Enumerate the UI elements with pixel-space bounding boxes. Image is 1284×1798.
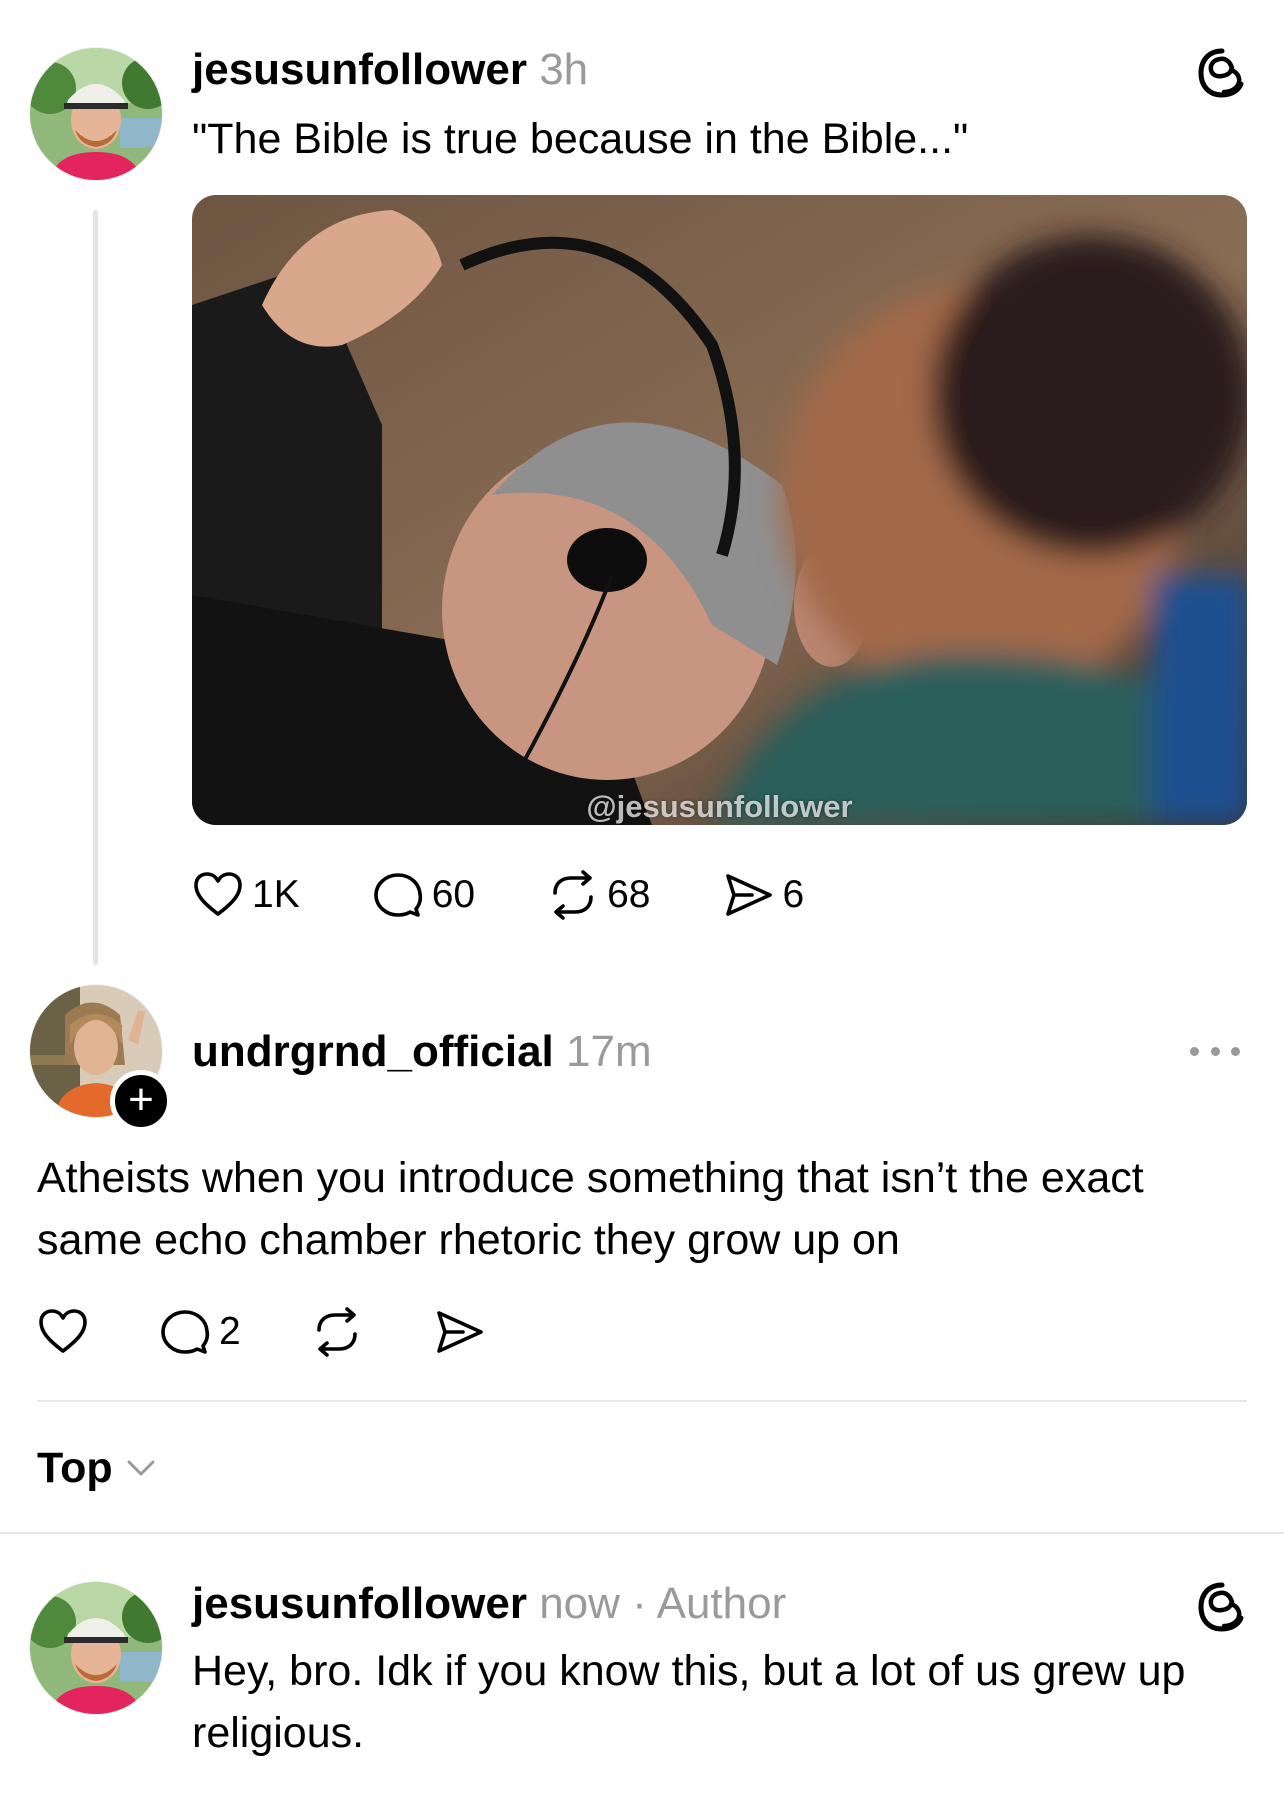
sort-label: Top (37, 1444, 113, 1492)
post-caption: "The Bible is true because in the Bible.… (192, 115, 969, 163)
quote-comment-count: 2 (219, 1310, 241, 1353)
quote-header: undrgrnd_official 17m (192, 1026, 652, 1078)
threads-logo-icon (1197, 1582, 1247, 1632)
follow-plus-button[interactable]: + (110, 1070, 172, 1132)
post-timestamp: 3h (539, 45, 589, 94)
post-action-bar: 1K 60 68 6 (192, 865, 876, 925)
repost-button[interactable]: 68 (547, 869, 650, 921)
threads-logo-icon (1197, 48, 1247, 98)
reply-username[interactable]: jesusunfollower (192, 1579, 527, 1628)
comment-button[interactable]: 60 (372, 869, 475, 921)
repost-count: 68 (607, 873, 651, 916)
heart-icon (39, 1309, 87, 1353)
repost-icon (316, 1307, 357, 1357)
like-count: 1K (252, 873, 300, 916)
reply-timestamp: now (539, 1579, 620, 1628)
comment-icon (373, 873, 422, 917)
thread-connector-line (93, 210, 98, 965)
image-watermark: @jesusunfollower (586, 789, 853, 824)
like-button[interactable]: 1K (192, 869, 300, 921)
quote-like-button[interactable] (37, 1306, 89, 1358)
chevron-down-icon (127, 1460, 155, 1476)
reply-header: jesusunfollower now · Author (192, 1578, 786, 1630)
avatar-jesusunfollower[interactable] (30, 48, 162, 180)
quote-timestamp: 17m (566, 1027, 652, 1076)
author-badge: Author (656, 1579, 787, 1628)
send-icon (436, 1311, 483, 1353)
share-count: 6 (782, 873, 805, 916)
send-icon (726, 874, 773, 916)
post-header: jesusunfollower 3h (192, 44, 588, 96)
section-divider (0, 1532, 1284, 1534)
more-icon[interactable] (1190, 1036, 1240, 1066)
post-image[interactable]: @jesusunfollower (192, 195, 1247, 825)
avatar-jesusunfollower-reply[interactable] (30, 1582, 162, 1714)
quote-comment-button[interactable]: 2 (159, 1306, 241, 1358)
share-button[interactable]: 6 (722, 869, 804, 921)
comment-count: 60 (431, 873, 476, 916)
quote-repost-button[interactable] (311, 1306, 363, 1358)
sort-dropdown[interactable]: Top (37, 1440, 159, 1496)
quote-username[interactable]: undrgrnd_official (192, 1027, 554, 1076)
post-username[interactable]: jesusunfollower (192, 45, 527, 94)
quote-text: Atheists when you introduce something th… (37, 1154, 1144, 1264)
quote-share-button[interactable] (433, 1306, 485, 1358)
quote-divider (37, 1400, 1247, 1402)
reply-separator: · (632, 1579, 647, 1628)
quote-action-bar: 2 (37, 1302, 557, 1362)
repost-icon (553, 870, 593, 920)
comment-icon (161, 1310, 210, 1354)
reply-text: Hey, bro. Idk if you know this, but a lo… (192, 1647, 1186, 1757)
heart-icon (194, 872, 242, 916)
